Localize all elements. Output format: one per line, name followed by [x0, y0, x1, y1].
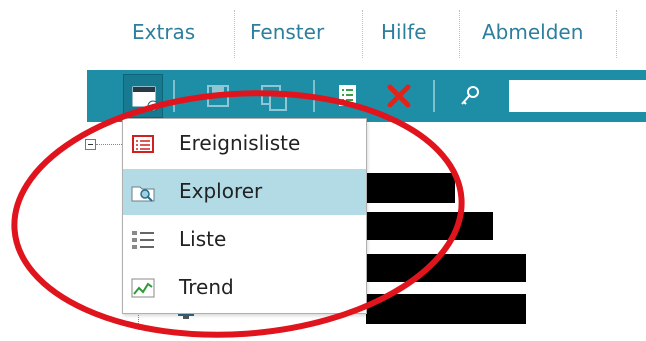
toolbar: [87, 70, 646, 122]
menu-extras[interactable]: Extras: [132, 20, 195, 44]
redaction-bar: [366, 173, 455, 203]
menu-separator: [459, 10, 460, 58]
redaction-bar: [366, 294, 526, 324]
toolbar-separator: [173, 80, 175, 112]
dropdown-item-explorer[interactable]: Explorer: [123, 169, 366, 215]
search-key-icon: [461, 86, 479, 105]
dropdown-item-label: Liste: [179, 227, 227, 251]
new-view-dropdown: Ereignisliste Explorer Liste Trend: [122, 118, 367, 314]
delete-icon: [387, 84, 411, 108]
save-icon: [207, 85, 229, 107]
save-button[interactable]: [197, 74, 237, 118]
explorer-icon: [131, 186, 155, 202]
toolbar-separator: [433, 80, 435, 112]
redaction-bar: [366, 212, 493, 240]
search-button[interactable]: [451, 74, 491, 118]
trend-icon: [131, 278, 155, 298]
redaction-bar: [366, 254, 526, 282]
search-input[interactable]: [509, 80, 646, 112]
toolbar-separator: [313, 80, 315, 112]
menu-separator: [616, 10, 617, 58]
dropdown-item-liste[interactable]: Liste: [123, 217, 366, 263]
top-menu-bar: Extras Fenster Hilfe Abmelden: [0, 0, 646, 64]
save-as-button[interactable]: [253, 74, 293, 118]
new-window-button[interactable]: [123, 74, 163, 118]
menu-separator: [234, 10, 235, 58]
delete-button[interactable]: [379, 74, 419, 118]
tree-collapse-toggle[interactable]: [85, 139, 96, 150]
menu-abmelden[interactable]: Abmelden: [482, 20, 583, 44]
save-as-icon: [261, 85, 287, 111]
event-list-icon: [132, 135, 154, 153]
new-window-icon: [132, 86, 159, 112]
dropdown-item-label: Explorer: [179, 179, 263, 203]
dropdown-item-trend[interactable]: Trend: [123, 265, 366, 311]
dropdown-item-label: Ereignisliste: [179, 131, 301, 155]
list-properties-icon: [339, 85, 356, 106]
dropdown-item-ereignisliste[interactable]: Ereignisliste: [123, 121, 366, 167]
properties-button[interactable]: [327, 74, 367, 118]
dropdown-item-label: Trend: [179, 275, 234, 299]
menu-hilfe[interactable]: Hilfe: [381, 20, 427, 44]
menu-separator: [362, 10, 363, 58]
menu-fenster[interactable]: Fenster: [250, 20, 324, 44]
list-icon: [132, 231, 154, 249]
tree-connector: [96, 144, 124, 145]
